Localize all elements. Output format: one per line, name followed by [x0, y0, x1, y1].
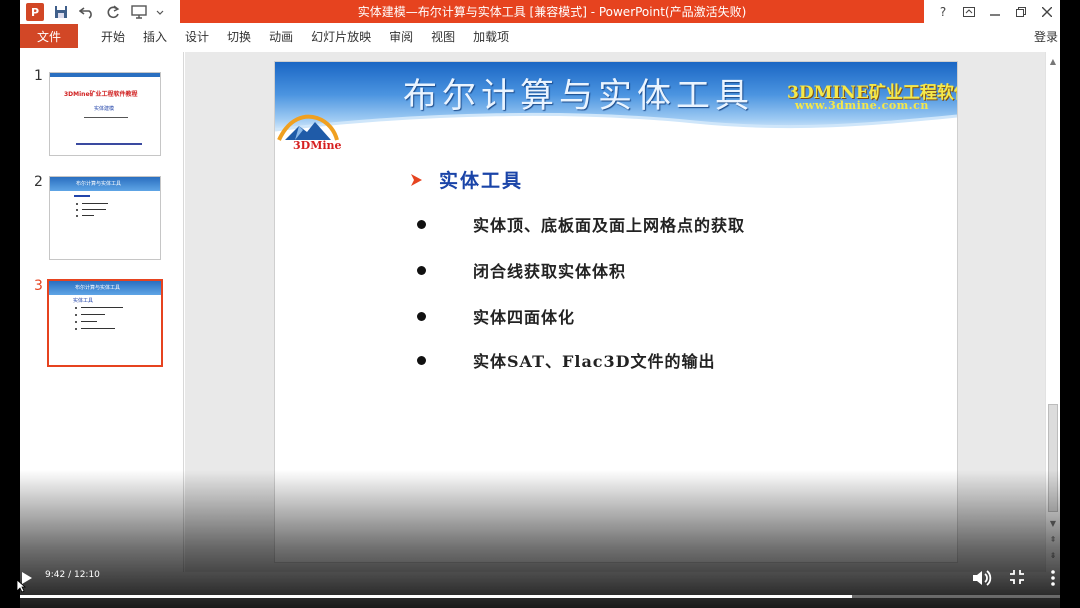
save-icon[interactable]: [52, 3, 70, 21]
thumbnail-number: 3: [34, 278, 43, 294]
window-title: 实体建模—布尔计算与实体工具 [兼容模式] - PowerPoint(产品激活失…: [180, 0, 924, 23]
tab-insert[interactable]: 插入: [134, 24, 176, 48]
slide-thumbnail[interactable]: 布尔计算与实体工具: [49, 176, 161, 260]
restore-icon[interactable]: [1008, 0, 1034, 24]
bullet-dot-icon: [417, 355, 426, 365]
tab-list: 开始 插入 设计 切换 动画 幻灯片放映 审阅 视图 加载项: [92, 24, 518, 48]
tab-file[interactable]: 文件: [20, 24, 78, 48]
quick-access-toolbar: P: [26, 2, 164, 22]
undo-icon[interactable]: [78, 3, 96, 21]
thumbnail-text-line: [74, 195, 90, 197]
slide-heading: 实体工具: [439, 170, 524, 192]
thumbnail-bullet: [76, 215, 78, 217]
slide-title: 布尔计算与实体工具: [403, 76, 754, 116]
bullet-item: 实体SAT、Flac3D文件的输出: [417, 348, 716, 372]
thumbnail-top-bar: [50, 73, 160, 77]
redo-icon[interactable]: [104, 3, 122, 21]
thumbnail-text-line: [82, 215, 94, 216]
thumbnail-text-line: [81, 307, 123, 308]
tab-slideshow[interactable]: 幻灯片放映: [302, 24, 380, 48]
tab-home[interactable]: 开始: [92, 24, 134, 48]
bullet-text: 闭合线获取实体体积: [473, 262, 627, 281]
arrow-bullet-icon: [411, 173, 422, 186]
video-time: 9:42 / 12:10: [45, 570, 100, 580]
logo-text: 3DMine: [293, 139, 342, 152]
bullet-text: 实体顶、底板面及面上网格点的获取: [473, 216, 746, 235]
thumbnail-banner: 布尔计算与实体工具: [50, 177, 160, 191]
tab-view[interactable]: 视图: [422, 24, 464, 48]
more-options-icon[interactable]: [1046, 568, 1060, 588]
thumbnail-bullet: [76, 203, 78, 205]
title-bar: P 实体建模—布尔计算与实体工具 [兼容模式] - PowerPoint(产品激…: [20, 0, 1060, 24]
window-controls: ?: [930, 0, 1060, 24]
slideshow-icon[interactable]: [130, 3, 148, 21]
thumbnail-text-line: [81, 328, 115, 329]
scroll-up-icon[interactable]: ▲: [1046, 54, 1060, 68]
volume-icon[interactable]: [970, 567, 992, 589]
bullet-item: 闭合线获取实体体积: [417, 258, 626, 282]
thumbnail-text-line: [82, 203, 108, 204]
thumbnail-text-line: [82, 209, 106, 210]
thumbnail-title: 3DMine矿业工程软件教程: [64, 91, 138, 98]
bullet-dot-icon: [417, 311, 426, 321]
thumbnail-banner: 布尔计算与实体工具: [49, 281, 161, 295]
tab-design[interactable]: 设计: [176, 24, 218, 48]
bullet-text: 实体四面体化: [473, 308, 576, 327]
thumbnail-subtitle: 实体建模: [94, 106, 115, 112]
thumbnail-number: 2: [34, 174, 43, 190]
thumbnail-bullet: [75, 307, 77, 309]
tab-transitions[interactable]: 切换: [218, 24, 260, 48]
bullet-item: 实体顶、底板面及面上网格点的获取: [417, 212, 745, 236]
thumbnail-bullet: [76, 209, 78, 211]
video-progress-played: [20, 595, 852, 598]
thumbnail-bullet: [75, 314, 77, 316]
help-icon[interactable]: ?: [930, 0, 956, 24]
bullet-dot-icon: [417, 265, 426, 275]
thumbnail-title: 布尔计算与实体工具: [76, 181, 122, 187]
close-icon[interactable]: [1034, 0, 1060, 24]
minimize-icon[interactable]: [982, 0, 1008, 24]
slide-thumbnail[interactable]: 3DMine矿业工程软件教程 实体建模: [49, 72, 161, 156]
video-progress-bar[interactable]: [20, 595, 1060, 598]
video-controls: 9:42 / 12:10: [0, 563, 1080, 593]
bullet-text: 实体SAT、Flac3D文件的输出: [473, 352, 716, 371]
thumbnail-title: 布尔计算与实体工具: [75, 285, 121, 291]
thumbnail-text-line: [81, 321, 97, 322]
brand-url: www.3dmine.com.cn: [795, 99, 929, 112]
thumbnail-bullet: [75, 321, 77, 323]
sign-in-link[interactable]: 登录: [1034, 24, 1060, 48]
ribbon-tabs: 文件 开始 插入 设计 切换 动画 幻灯片放映 审阅 视图 加载项 登录: [20, 24, 1060, 48]
bullet-item: 实体四面体化: [417, 304, 575, 328]
slide-heading-row: 实体工具: [409, 166, 523, 193]
thumbnail-number: 1: [34, 68, 43, 84]
customize-toolbar-icon[interactable]: [156, 3, 164, 21]
thumbnail-text-line: [81, 314, 105, 315]
powerpoint-logo-icon: P: [26, 3, 44, 21]
thumbnail-bullet: [75, 328, 77, 330]
tab-review[interactable]: 审阅: [380, 24, 422, 48]
thumbnail-text-line: [76, 143, 142, 145]
tab-animations[interactable]: 动画: [260, 24, 302, 48]
thumbnail-text-line: [84, 117, 128, 118]
ribbon-display-options-icon[interactable]: [956, 0, 982, 24]
bullet-dot-icon: [417, 219, 426, 229]
tab-addins[interactable]: 加载项: [464, 24, 518, 48]
slide-thumbnail-selected[interactable]: 布尔计算与实体工具 实体工具: [47, 279, 163, 367]
mouse-cursor-icon: [16, 579, 26, 593]
thumbnail-subtitle: 实体工具: [73, 298, 94, 304]
exit-fullscreen-icon[interactable]: [1008, 568, 1026, 586]
